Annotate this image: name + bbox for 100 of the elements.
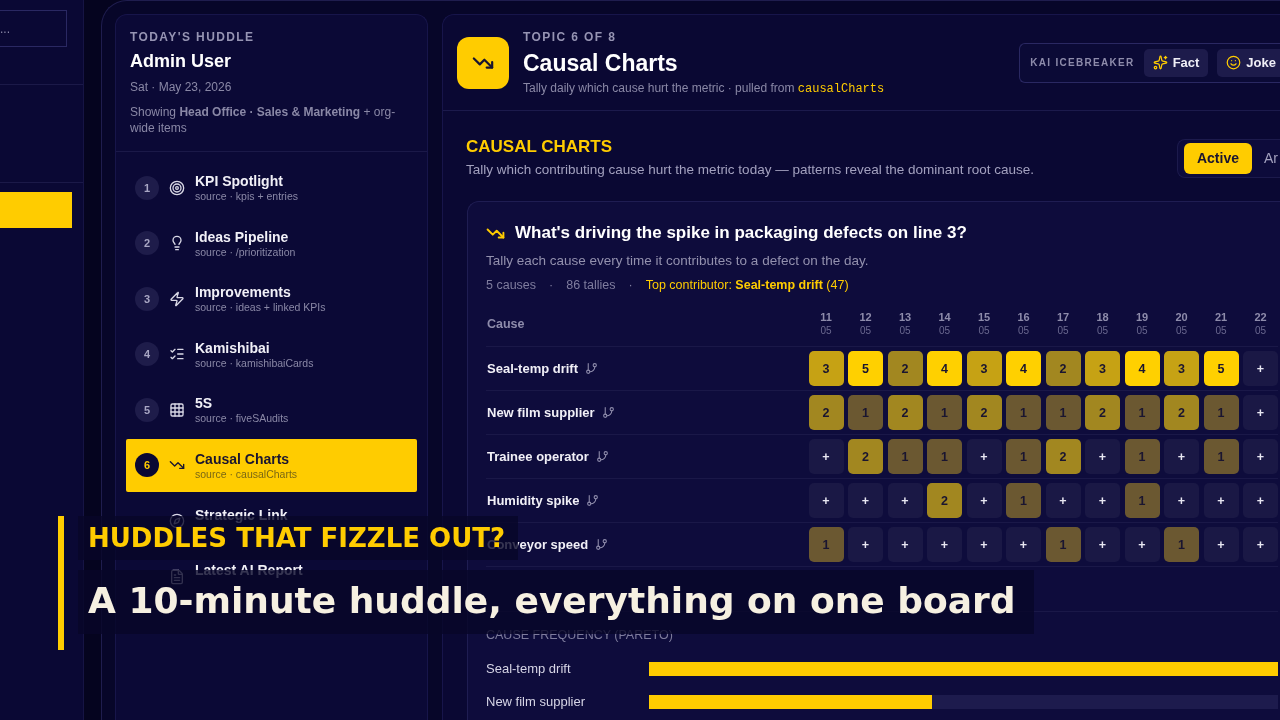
icebreaker-button[interactable]: Joke <box>1217 48 1280 77</box>
date-day: 16 <box>1017 309 1030 324</box>
date-month: 05 <box>1254 323 1267 338</box>
add-tally-button[interactable]: + <box>966 439 1002 474</box>
topic-number: 4 <box>135 342 159 367</box>
topic-number: 3 <box>135 286 159 311</box>
topic-source: source · kpis + entries <box>195 190 298 203</box>
tally-square[interactable]: 2 <box>966 395 1002 430</box>
add-tally-button[interactable]: + <box>1243 351 1278 386</box>
bar-label: New film supplier <box>486 694 586 709</box>
tally-square[interactable]: 2 <box>848 439 883 474</box>
input-field[interactable]: ... <box>0 10 67 47</box>
add-tally-button[interactable]: + <box>1124 527 1160 562</box>
section-description: Tally which contributing cause hurt the metric today — patterns reveal the dominant root cause. <box>466 161 1035 179</box>
tally-square[interactable]: 3 <box>1085 351 1120 386</box>
tally-square[interactable]: 2 <box>1045 351 1081 386</box>
add-tally-button[interactable]: + <box>1085 439 1120 474</box>
tally-square[interactable]: 3 <box>1164 351 1199 386</box>
tally-square[interactable]: 4 <box>927 351 962 386</box>
tally-square[interactable]: 3 <box>808 351 844 386</box>
add-tally-button[interactable]: + <box>1085 483 1120 518</box>
tally-square[interactable]: 2 <box>887 395 923 430</box>
add-tally-button[interactable]: + <box>966 483 1002 518</box>
branch-icon <box>595 450 609 463</box>
filter-tab[interactable]: Ar <box>1256 142 1280 174</box>
topic-item[interactable]: 6 Causal Charts source · causalCharts <box>126 438 417 492</box>
tally-square[interactable]: 2 <box>808 395 844 430</box>
add-tally-button[interactable]: + <box>1243 439 1278 474</box>
pareto-title: CAUSE FREQUENCY (PARETO) <box>486 627 674 643</box>
date-text: Sat · May 23, 2026 <box>130 79 233 95</box>
filter-tab[interactable]: Active <box>1183 142 1252 174</box>
add-tally-button[interactable]: + <box>966 527 1002 562</box>
topic-source: source · kamishibaiCards <box>195 356 314 370</box>
date-day: 18 <box>1096 309 1109 324</box>
tally-square[interactable]: 2 <box>1045 439 1081 474</box>
tally-square[interactable]: 2 <box>1164 395 1199 430</box>
top-contributor: Top contributor: Seal-temp drift (47) <box>645 277 849 293</box>
section-title: CAUSAL CHARTS <box>466 137 614 157</box>
date-month: 05 <box>1017 323 1030 338</box>
tally-square[interactable]: 4 <box>1006 351 1041 386</box>
add-tally-button[interactable]: + <box>1006 527 1041 562</box>
trend-down-icon <box>457 36 509 89</box>
topic-title: Causal Charts <box>195 449 290 468</box>
question-title: What's driving the spike in packaging defects on line 3? <box>515 223 967 243</box>
date-day: 19 <box>1135 309 1149 324</box>
icebreaker-label: KAI ICEBREAKER <box>1030 57 1135 68</box>
topic-link[interactable]: Ideas Pipeline <box>195 227 289 246</box>
column-header: Cause <box>487 316 526 331</box>
tally-square[interactable]: 2 <box>1085 395 1120 430</box>
date-month: 05 <box>1096 323 1109 338</box>
scope-text: Showing Head Office · Sales & Marketing + org-wide items <box>130 104 397 136</box>
add-tally-button[interactable]: + <box>808 483 844 518</box>
branch-icon <box>601 406 615 419</box>
sparkle-icon <box>1152 55 1168 70</box>
add-tally-button[interactable]: + <box>848 483 883 518</box>
tally-square[interactable]: 5 <box>848 351 883 386</box>
topic-link[interactable]: 5S <box>195 394 213 413</box>
add-tally-button[interactable]: + <box>1203 527 1239 562</box>
topic-link[interactable]: Improvements <box>195 283 291 302</box>
date-month: 05 <box>899 323 911 338</box>
nav-item[interactable] <box>0 192 72 228</box>
lightning-icon <box>169 290 185 307</box>
add-tally-button[interactable]: + <box>1164 439 1199 474</box>
date-month: 05 <box>938 323 951 338</box>
grid-icon <box>169 401 185 418</box>
topic-source: source · fiveSAudits <box>195 412 289 426</box>
add-tally-button[interactable]: + <box>927 527 962 562</box>
topic-source: source · causalCharts <box>195 467 298 481</box>
add-tally-button[interactable]: + <box>887 483 923 518</box>
topic-link[interactable]: Kamishibai <box>195 338 270 357</box>
icebreaker-button[interactable]: Fact <box>1143 48 1209 77</box>
add-tally-button[interactable]: + <box>848 527 883 562</box>
target-icon <box>169 179 185 196</box>
tally-square[interactable]: 4 <box>1124 351 1160 386</box>
tally-square[interactable]: 2 <box>887 351 923 386</box>
tally-square[interactable]: 5 <box>1203 351 1239 386</box>
separator-dot: · <box>628 277 633 293</box>
add-tally-button[interactable]: + <box>1243 483 1278 518</box>
topic-source: source · /prioritization <box>195 245 296 259</box>
date-month: 05 <box>859 323 872 338</box>
add-tally-button[interactable]: + <box>808 439 844 474</box>
tally-square[interactable]: 3 <box>966 351 1002 386</box>
smiley-icon <box>1226 55 1242 70</box>
date-month: 05 <box>1057 323 1069 338</box>
separator-dot: · <box>549 277 554 293</box>
add-tally-button[interactable]: + <box>1243 527 1278 562</box>
topic-link[interactable]: KPI Spotlight <box>195 172 283 190</box>
topic-eyebrow: TOPIC 6 OF 8 <box>523 28 618 45</box>
add-tally-button[interactable]: + <box>1085 527 1120 562</box>
topic-number: 1 <box>135 175 159 200</box>
add-tally-button[interactable]: + <box>1045 483 1081 518</box>
add-tally-button[interactable]: + <box>1164 483 1199 518</box>
tally-square[interactable]: 2 <box>927 483 962 518</box>
question-subtitle: Tally each cause every time it contributes to a defect on the day. <box>486 252 870 269</box>
date-month: 05 <box>1136 323 1148 338</box>
branch-icon <box>595 538 609 551</box>
add-tally-button[interactable]: + <box>887 527 923 562</box>
add-tally-button[interactable]: + <box>1243 395 1278 430</box>
add-tally-button[interactable]: + <box>1203 483 1239 518</box>
date-day: 12 <box>859 309 872 324</box>
